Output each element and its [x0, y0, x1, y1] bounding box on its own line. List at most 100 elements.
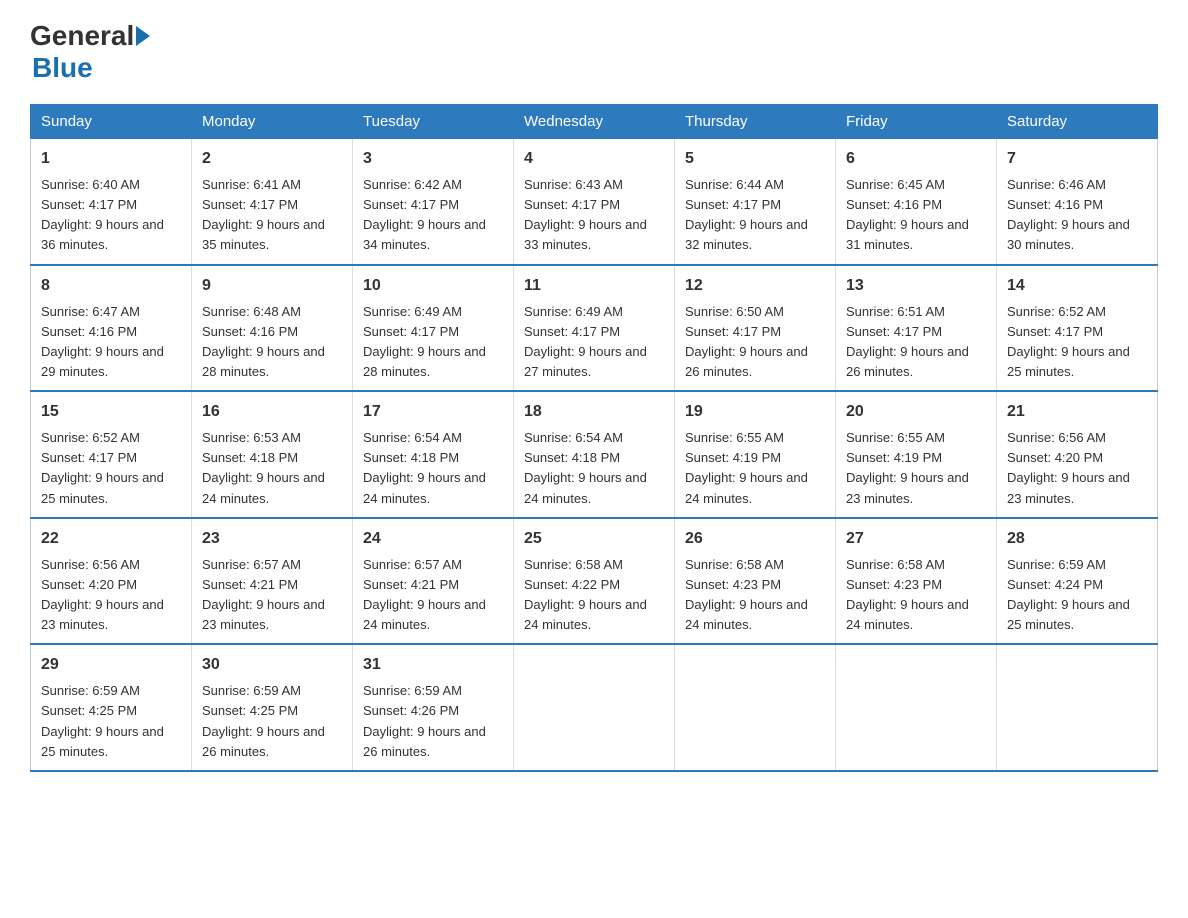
logo: General Blue — [30, 20, 152, 84]
day-info: Sunrise: 6:59 AMSunset: 4:25 PMDaylight:… — [41, 681, 181, 762]
day-number: 14 — [1007, 274, 1147, 298]
calendar-cell: 15 Sunrise: 6:52 AMSunset: 4:17 PMDaylig… — [31, 391, 192, 518]
day-number: 20 — [846, 400, 986, 424]
day-number: 15 — [41, 400, 181, 424]
calendar-cell: 14 Sunrise: 6:52 AMSunset: 4:17 PMDaylig… — [997, 265, 1158, 392]
day-info: Sunrise: 6:58 AMSunset: 4:23 PMDaylight:… — [846, 555, 986, 636]
day-number: 25 — [524, 527, 664, 551]
calendar-cell: 12 Sunrise: 6:50 AMSunset: 4:17 PMDaylig… — [675, 265, 836, 392]
calendar-cell: 17 Sunrise: 6:54 AMSunset: 4:18 PMDaylig… — [353, 391, 514, 518]
calendar-cell: 7 Sunrise: 6:46 AMSunset: 4:16 PMDayligh… — [997, 139, 1158, 265]
weekday-header-row: SundayMondayTuesdayWednesdayThursdayFrid… — [31, 105, 1158, 139]
calendar-cell: 10 Sunrise: 6:49 AMSunset: 4:17 PMDaylig… — [353, 265, 514, 392]
calendar-header: SundayMondayTuesdayWednesdayThursdayFrid… — [31, 105, 1158, 139]
calendar-cell: 23 Sunrise: 6:57 AMSunset: 4:21 PMDaylig… — [192, 518, 353, 645]
logo-general-text: General — [30, 20, 134, 52]
calendar-week-row: 15 Sunrise: 6:52 AMSunset: 4:17 PMDaylig… — [31, 391, 1158, 518]
logo-blue-text: Blue — [32, 52, 93, 83]
day-info: Sunrise: 6:47 AMSunset: 4:16 PMDaylight:… — [41, 302, 181, 383]
day-info: Sunrise: 6:55 AMSunset: 4:19 PMDaylight:… — [846, 428, 986, 509]
day-number: 21 — [1007, 400, 1147, 424]
day-number: 29 — [41, 653, 181, 677]
day-info: Sunrise: 6:45 AMSunset: 4:16 PMDaylight:… — [846, 175, 986, 256]
day-info: Sunrise: 6:56 AMSunset: 4:20 PMDaylight:… — [41, 555, 181, 636]
day-number: 1 — [41, 147, 181, 171]
calendar-cell: 5 Sunrise: 6:44 AMSunset: 4:17 PMDayligh… — [675, 139, 836, 265]
weekday-header-monday: Monday — [192, 105, 353, 139]
calendar-table: SundayMondayTuesdayWednesdayThursdayFrid… — [30, 104, 1158, 772]
day-info: Sunrise: 6:52 AMSunset: 4:17 PMDaylight:… — [1007, 302, 1147, 383]
day-info: Sunrise: 6:42 AMSunset: 4:17 PMDaylight:… — [363, 175, 503, 256]
day-info: Sunrise: 6:55 AMSunset: 4:19 PMDaylight:… — [685, 428, 825, 509]
weekday-header-tuesday: Tuesday — [353, 105, 514, 139]
weekday-header-friday: Friday — [836, 105, 997, 139]
day-number: 26 — [685, 527, 825, 551]
day-number: 22 — [41, 527, 181, 551]
day-number: 13 — [846, 274, 986, 298]
calendar-cell: 21 Sunrise: 6:56 AMSunset: 4:20 PMDaylig… — [997, 391, 1158, 518]
day-number: 19 — [685, 400, 825, 424]
day-info: Sunrise: 6:46 AMSunset: 4:16 PMDaylight:… — [1007, 175, 1147, 256]
weekday-header-saturday: Saturday — [997, 105, 1158, 139]
day-number: 9 — [202, 274, 342, 298]
calendar-cell — [675, 644, 836, 771]
day-info: Sunrise: 6:49 AMSunset: 4:17 PMDaylight:… — [363, 302, 503, 383]
calendar-cell: 11 Sunrise: 6:49 AMSunset: 4:17 PMDaylig… — [514, 265, 675, 392]
day-number: 31 — [363, 653, 503, 677]
day-info: Sunrise: 6:58 AMSunset: 4:23 PMDaylight:… — [685, 555, 825, 636]
day-number: 23 — [202, 527, 342, 551]
calendar-cell: 26 Sunrise: 6:58 AMSunset: 4:23 PMDaylig… — [675, 518, 836, 645]
calendar-cell: 2 Sunrise: 6:41 AMSunset: 4:17 PMDayligh… — [192, 139, 353, 265]
calendar-cell: 8 Sunrise: 6:47 AMSunset: 4:16 PMDayligh… — [31, 265, 192, 392]
day-number: 16 — [202, 400, 342, 424]
calendar-cell: 18 Sunrise: 6:54 AMSunset: 4:18 PMDaylig… — [514, 391, 675, 518]
calendar-cell — [514, 644, 675, 771]
day-info: Sunrise: 6:43 AMSunset: 4:17 PMDaylight:… — [524, 175, 664, 256]
calendar-cell: 16 Sunrise: 6:53 AMSunset: 4:18 PMDaylig… — [192, 391, 353, 518]
day-number: 28 — [1007, 527, 1147, 551]
day-info: Sunrise: 6:56 AMSunset: 4:20 PMDaylight:… — [1007, 428, 1147, 509]
day-number: 12 — [685, 274, 825, 298]
weekday-header-wednesday: Wednesday — [514, 105, 675, 139]
logo-arrow-icon — [136, 26, 150, 46]
calendar-cell — [836, 644, 997, 771]
day-info: Sunrise: 6:54 AMSunset: 4:18 PMDaylight:… — [363, 428, 503, 509]
calendar-cell: 28 Sunrise: 6:59 AMSunset: 4:24 PMDaylig… — [997, 518, 1158, 645]
day-info: Sunrise: 6:44 AMSunset: 4:17 PMDaylight:… — [685, 175, 825, 256]
header: General Blue — [30, 20, 1158, 84]
day-info: Sunrise: 6:59 AMSunset: 4:26 PMDaylight:… — [363, 681, 503, 762]
calendar-cell: 13 Sunrise: 6:51 AMSunset: 4:17 PMDaylig… — [836, 265, 997, 392]
day-number: 18 — [524, 400, 664, 424]
calendar-cell: 29 Sunrise: 6:59 AMSunset: 4:25 PMDaylig… — [31, 644, 192, 771]
calendar-cell: 25 Sunrise: 6:58 AMSunset: 4:22 PMDaylig… — [514, 518, 675, 645]
day-number: 5 — [685, 147, 825, 171]
calendar-cell: 19 Sunrise: 6:55 AMSunset: 4:19 PMDaylig… — [675, 391, 836, 518]
day-number: 2 — [202, 147, 342, 171]
calendar-cell: 9 Sunrise: 6:48 AMSunset: 4:16 PMDayligh… — [192, 265, 353, 392]
day-info: Sunrise: 6:50 AMSunset: 4:17 PMDaylight:… — [685, 302, 825, 383]
calendar-cell: 6 Sunrise: 6:45 AMSunset: 4:16 PMDayligh… — [836, 139, 997, 265]
day-info: Sunrise: 6:53 AMSunset: 4:18 PMDaylight:… — [202, 428, 342, 509]
day-info: Sunrise: 6:57 AMSunset: 4:21 PMDaylight:… — [202, 555, 342, 636]
day-info: Sunrise: 6:52 AMSunset: 4:17 PMDaylight:… — [41, 428, 181, 509]
weekday-header-thursday: Thursday — [675, 105, 836, 139]
calendar-cell: 24 Sunrise: 6:57 AMSunset: 4:21 PMDaylig… — [353, 518, 514, 645]
day-number: 27 — [846, 527, 986, 551]
calendar-week-row: 22 Sunrise: 6:56 AMSunset: 4:20 PMDaylig… — [31, 518, 1158, 645]
calendar-week-row: 29 Sunrise: 6:59 AMSunset: 4:25 PMDaylig… — [31, 644, 1158, 771]
day-number: 30 — [202, 653, 342, 677]
day-number: 3 — [363, 147, 503, 171]
day-number: 17 — [363, 400, 503, 424]
day-info: Sunrise: 6:59 AMSunset: 4:25 PMDaylight:… — [202, 681, 342, 762]
day-number: 7 — [1007, 147, 1147, 171]
day-info: Sunrise: 6:54 AMSunset: 4:18 PMDaylight:… — [524, 428, 664, 509]
day-info: Sunrise: 6:51 AMSunset: 4:17 PMDaylight:… — [846, 302, 986, 383]
day-info: Sunrise: 6:57 AMSunset: 4:21 PMDaylight:… — [363, 555, 503, 636]
day-number: 4 — [524, 147, 664, 171]
day-info: Sunrise: 6:41 AMSunset: 4:17 PMDaylight:… — [202, 175, 342, 256]
calendar-week-row: 8 Sunrise: 6:47 AMSunset: 4:16 PMDayligh… — [31, 265, 1158, 392]
calendar-cell: 3 Sunrise: 6:42 AMSunset: 4:17 PMDayligh… — [353, 139, 514, 265]
calendar-body: 1 Sunrise: 6:40 AMSunset: 4:17 PMDayligh… — [31, 139, 1158, 771]
calendar-cell: 20 Sunrise: 6:55 AMSunset: 4:19 PMDaylig… — [836, 391, 997, 518]
day-number: 10 — [363, 274, 503, 298]
